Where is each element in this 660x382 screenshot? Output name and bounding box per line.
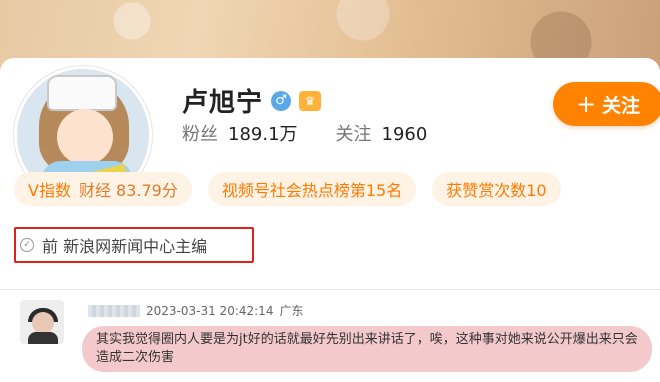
following-label[interactable]: 关注 (336, 120, 372, 146)
follow-button[interactable]: + 关注 (553, 82, 660, 126)
comment-timestamp: 2023-03-31 20:42:14 (146, 303, 274, 318)
tag-reward-count[interactable]: 获赞赏次数10 (432, 172, 561, 206)
comment-location: 广东 (279, 304, 304, 318)
crown-icon: ♛ (299, 90, 322, 111)
profile-name: 卢旭宁 (182, 88, 264, 118)
tag-v-index-score: 财经 83.79分 (78, 181, 178, 200)
tag-reward-count-label: 获赞赏次数10 (446, 181, 547, 200)
check-circle-icon: ✓ (20, 238, 34, 252)
fans-label[interactable]: 粉丝 (182, 120, 218, 146)
tag-v-index[interactable]: V指数 财经 83.79分 (14, 172, 192, 206)
comment-text: 其实我觉得圈内人要是为jt好的话就最好先别出来讲话了，唉，这种事对她来说公开爆出… (82, 326, 652, 372)
fans-count[interactable]: 189.1万 (228, 120, 298, 146)
name-row: 卢旭宁 ♂ ♛ (182, 82, 322, 119)
profile-tags: V指数 财经 83.79分 视频号社会热点榜第15名 获赞赏次数10 (14, 172, 561, 206)
profile-card: V 卢旭宁 ♂ ♛ 粉丝 189.1万 关注 1960 + 关注 V指数 财经 … (0, 58, 660, 290)
tag-video-ranking-label: 视频号社会热点榜第15名 (221, 181, 403, 200)
commenter-name-blurred[interactable] (88, 304, 140, 317)
profile-stats: 粉丝 189.1万 关注 1960 (182, 120, 427, 146)
commenter-avatar[interactable] (20, 300, 64, 344)
comment-meta: 2023-03-31 20:42:14 广东 (88, 302, 303, 319)
following-count[interactable]: 1960 (382, 124, 428, 145)
male-icon: ♂ (271, 90, 292, 111)
tag-v-index-label: V指数 (28, 181, 71, 200)
verification-text: 前 新浪网新闻中心主编 (42, 237, 208, 256)
verification-info: ✓ 前 新浪网新闻中心主编 (14, 227, 254, 263)
divider (0, 289, 660, 290)
follow-button-label: 关注 (602, 94, 641, 117)
plus-icon: + (575, 90, 597, 118)
tag-video-ranking[interactable]: 视频号社会热点榜第15名 (207, 172, 417, 206)
